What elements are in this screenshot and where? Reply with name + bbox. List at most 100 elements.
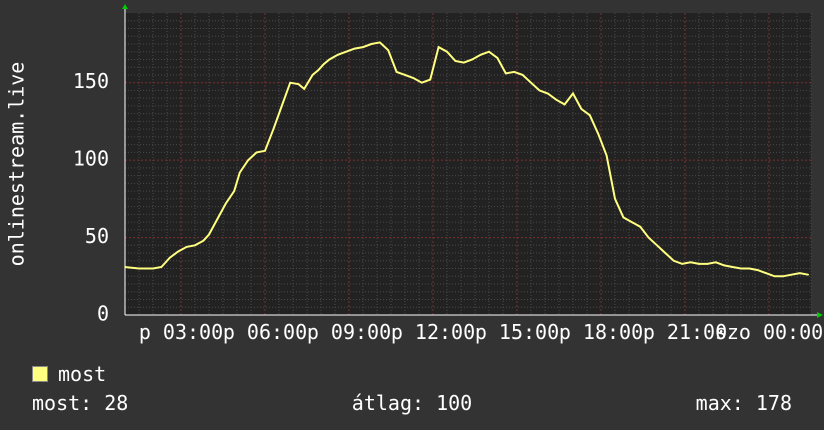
y-tick-label: 0: [97, 302, 109, 326]
x-tick-label: szo 00:00: [715, 320, 823, 344]
data-point: [639, 225, 641, 228]
data-point: [589, 114, 591, 117]
data-point: [748, 267, 751, 270]
data-point: [631, 221, 633, 223]
data-point: [446, 50, 448, 53]
data-point: [255, 151, 258, 154]
data-point: [233, 190, 235, 192]
data-point: [765, 272, 767, 274]
data-point: [177, 250, 179, 253]
data-point: [807, 273, 809, 276]
data-point: [555, 98, 557, 101]
data-point: [345, 50, 348, 53]
data-point: [404, 74, 406, 76]
x-tick-label: p 12:00: [391, 320, 475, 344]
data-point: [379, 41, 381, 44]
data-point: [496, 57, 499, 59]
data-point: [289, 81, 292, 84]
data-point: [538, 89, 541, 92]
data-point: [297, 83, 300, 86]
x-tick-labels: p 03:00 p 06:00 p 09:00 p 12:00 p 15:00 p 18:…: [139, 320, 823, 344]
data-point: [479, 54, 482, 56]
data-point: [281, 105, 283, 107]
data-point: [328, 58, 331, 61]
data-point: [782, 275, 784, 278]
x-tick-label: p 03:00: [139, 320, 223, 344]
chart-canvas: 0 50 100 150 p 03:00 p 06:00 p 09:00 p 12:00 p …: [5, 4, 823, 344]
data-point: [216, 218, 219, 220]
stat-max: max: 178: [695, 391, 792, 415]
data-point: [395, 71, 398, 73]
data-point: [454, 60, 457, 62]
stats-row: most: 28 átlag: 100 max: 178: [32, 391, 792, 415]
y-tick-labels: 0 50 100 150: [73, 69, 109, 325]
data-point: [124, 266, 126, 268]
data-point: [152, 267, 154, 270]
data-point: [731, 266, 734, 268]
data-point: [790, 273, 793, 276]
data-point: [664, 252, 667, 254]
data-point: [272, 128, 275, 130]
data-point: [723, 264, 725, 267]
data-point: [208, 233, 210, 236]
x-axis-arrow: [817, 312, 823, 318]
data-point: [521, 74, 524, 76]
legend: most: [32, 362, 106, 386]
data-point: [597, 133, 599, 135]
data-point: [799, 272, 801, 274]
data-point: [337, 54, 339, 56]
data-point: [311, 74, 314, 76]
data-point: [138, 267, 140, 270]
data-point: [247, 159, 249, 161]
data-point: [605, 154, 608, 157]
data-point: [194, 244, 196, 247]
data-point: [681, 263, 683, 265]
data-point: [370, 43, 373, 45]
data-point: [563, 103, 566, 106]
data-point: [698, 263, 700, 265]
legend-swatch: [32, 366, 48, 382]
data-point: [580, 108, 583, 110]
x-tick-label: p 15:00: [475, 320, 559, 344]
data-point: [429, 78, 432, 81]
data-point: [757, 269, 759, 271]
data-point: [412, 77, 415, 79]
data-point: [202, 239, 205, 242]
data-point: [317, 69, 320, 72]
data-point: [225, 202, 227, 205]
data-point: [740, 267, 742, 270]
data-point: [488, 50, 490, 53]
y-tick-label: 100: [73, 147, 109, 171]
x-tick-label: p 18:00: [559, 320, 643, 344]
data-point: [185, 246, 188, 248]
x-tick-label: p 09:00: [307, 320, 391, 344]
stat-now: most: 28: [32, 391, 129, 415]
data-point: [715, 261, 717, 264]
data-point: [572, 92, 574, 95]
y-axis-arrow: [122, 4, 128, 9]
data-point: [505, 72, 507, 75]
data-point: [387, 49, 390, 51]
y-tick-label: 50: [85, 224, 109, 248]
data-point: [647, 236, 650, 239]
data-point: [513, 71, 515, 73]
data-point: [362, 46, 364, 48]
data-point: [706, 263, 709, 265]
plot-area: [125, 13, 811, 315]
data-point: [689, 261, 692, 264]
data-point: [421, 81, 423, 84]
data-point: [530, 81, 532, 84]
data-point: [353, 47, 356, 50]
legend-label: most: [58, 362, 107, 386]
data-point: [471, 58, 474, 61]
data-point: [264, 150, 266, 152]
y-tick-label: 150: [73, 69, 109, 93]
data-point: [622, 216, 625, 219]
data-point: [547, 92, 549, 95]
data-point: [673, 259, 675, 262]
data-point: [303, 88, 306, 90]
y-axis-label: onlinestream.live: [5, 62, 29, 267]
stat-average: átlag: 100: [351, 391, 473, 415]
data-point: [773, 275, 776, 278]
data-point: [656, 244, 658, 247]
